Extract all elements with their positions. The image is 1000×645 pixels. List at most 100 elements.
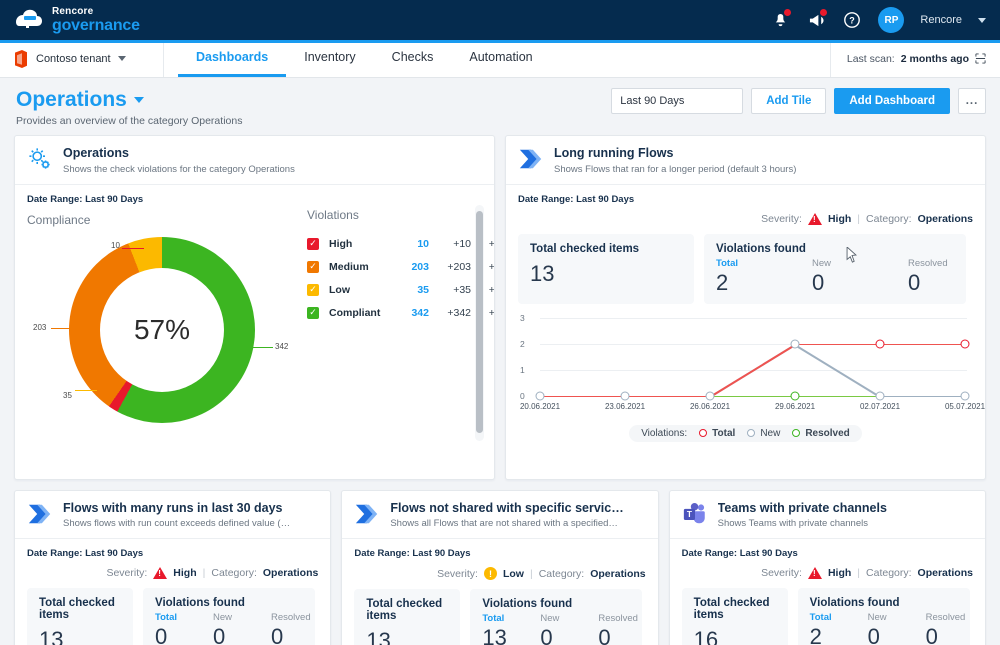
- tile-title: Teams with private channels: [717, 500, 887, 515]
- scrollbar[interactable]: [475, 204, 484, 441]
- chevron-down-icon[interactable]: [133, 97, 144, 103]
- help-icon[interactable]: ?: [842, 10, 862, 30]
- kpi-value: 0: [867, 624, 880, 645]
- legend-dot-total: [699, 429, 708, 438]
- severity-label: Severity:: [761, 567, 802, 580]
- category-value: Operations: [262, 567, 319, 580]
- data-point-new[interactable]: [705, 391, 715, 401]
- kpi-value: 0: [271, 624, 284, 645]
- data-point-total[interactable]: [875, 339, 885, 349]
- tab-inventory[interactable]: Inventory: [286, 40, 373, 77]
- tile-header: Flows not shared with specific servic… S…: [342, 491, 658, 540]
- data-point-new[interactable]: [620, 391, 630, 401]
- category-value: Operations: [590, 567, 646, 580]
- donut-label-compliant: 342: [275, 341, 289, 351]
- legend-total[interactable]: Total: [699, 428, 735, 439]
- total-checked-value: 13: [39, 627, 64, 645]
- chart-legend: Violations: Total New Resolved: [629, 424, 862, 442]
- last-scan-value: 2 months ago: [900, 52, 969, 65]
- legend-new[interactable]: New: [747, 428, 780, 439]
- brand-logo[interactable]: Rencore governance: [16, 6, 140, 34]
- legend-row-medium[interactable]: ✓ Medium 203 +203 +0 %: [307, 260, 494, 273]
- tab-dashboards[interactable]: Dashboards: [178, 40, 287, 77]
- violations-line-chart[interactable]: 0 1 2 3 20.06.2021 23.06.2021 26.06.2021 29.06.…: [518, 312, 985, 418]
- severity-value: High: [827, 567, 852, 580]
- legend-row-compliant[interactable]: ✓ Compliant 342 +342 +0 %: [307, 306, 494, 319]
- tile-teams-private-channels[interactable]: T Teams with private channels Shows Team…: [668, 489, 986, 645]
- data-point-new[interactable]: [960, 391, 970, 401]
- data-point-new[interactable]: [535, 391, 545, 401]
- data-point-new[interactable]: [875, 391, 885, 401]
- kpi-value: 2: [716, 269, 729, 295]
- tab-automation[interactable]: Automation: [451, 40, 550, 77]
- checkbox-high[interactable]: ✓: [307, 237, 319, 250]
- donut-leader-low: [75, 389, 97, 391]
- legend-delta: +10: [453, 237, 471, 250]
- tile-flows-many-runs[interactable]: Flows with many runs in last 30 days Sho…: [14, 489, 332, 645]
- donut-leader-medium: [51, 327, 73, 329]
- tile-body: Date Range: Last 90 Days Compliance 57% …: [15, 185, 494, 479]
- add-dashboard-button[interactable]: Add Dashboard: [834, 88, 950, 114]
- legend-label: Compliant: [329, 306, 381, 319]
- brand-text: Rencore governance: [52, 6, 140, 34]
- kpi-label: Resolved: [271, 612, 311, 624]
- scrollbar-thumb[interactable]: [476, 210, 483, 433]
- main-nav: Contoso tenant Dashboards Inventory Chec…: [0, 40, 1000, 78]
- add-tile-button[interactable]: Add Tile: [751, 88, 827, 114]
- tile-operations[interactable]: Operations Shows the check violations fo…: [14, 135, 495, 480]
- checkbox-compliant[interactable]: ✓: [307, 306, 319, 319]
- legend-value: 342: [411, 306, 429, 319]
- megaphone-icon[interactable]: [806, 9, 828, 30]
- kpi-total: Total 0: [155, 612, 213, 645]
- bell-icon[interactable]: [770, 9, 792, 30]
- kpi-new: New 0: [812, 258, 908, 296]
- data-point-resolved[interactable]: [790, 391, 800, 401]
- tile-body: Date Range: Last 90 Days Severity: High …: [15, 539, 330, 645]
- legend-resolved[interactable]: Resolved: [792, 428, 850, 439]
- tile-title: Flows with many runs in last 30 days: [63, 500, 283, 515]
- tenant-selector[interactable]: Contoso tenant: [0, 40, 164, 77]
- y-axis-tick: 3: [520, 312, 525, 323]
- compliance-donut-chart[interactable]: 57% 10 203 35 342: [27, 229, 297, 459]
- tile-long-running-flows[interactable]: Long running Flows Shows Flows that ran …: [505, 135, 986, 480]
- donut-leader-high: [122, 247, 144, 249]
- kpi-resolved: Resolved 0: [908, 258, 972, 296]
- date-filter-select[interactable]: Last 90 Days: [611, 88, 744, 114]
- severity-value: Low: [502, 567, 524, 580]
- total-checked-value: 13: [530, 260, 555, 286]
- checkbox-low[interactable]: ✓: [307, 283, 319, 296]
- power-automate-icon: [356, 504, 378, 523]
- chevron-down-icon[interactable]: [978, 17, 986, 23]
- tile-description: Shows all Flows that are not shared with…: [390, 518, 618, 530]
- last-scan: Last scan: 2 months ago: [829, 40, 1000, 77]
- data-point-new[interactable]: [790, 339, 800, 349]
- tile-title: Operations: [63, 146, 129, 160]
- legend-row-low[interactable]: ✓ Low 35 +35 +0 %: [307, 283, 494, 296]
- kpi-value: 0: [812, 269, 825, 295]
- donut-center-label: 57%: [100, 267, 224, 392]
- x-axis-tick: 20.06.2021: [519, 401, 561, 411]
- stats-row: Total checked items 13 Violations found …: [27, 588, 318, 645]
- tile-flows-not-shared[interactable]: Flows not shared with specific servic… S…: [341, 489, 659, 645]
- exclamation-circle-icon: !: [483, 567, 497, 581]
- avatar[interactable]: RP: [878, 7, 905, 33]
- kpi-label: Total: [155, 612, 177, 624]
- more-options-button[interactable]: ...: [958, 88, 986, 114]
- tab-checks[interactable]: Checks: [374, 40, 452, 77]
- legend-label: Low: [329, 283, 350, 296]
- user-name[interactable]: Rencore: [920, 14, 962, 26]
- kpi-value: 0: [908, 269, 921, 295]
- tile-description: Shows Teams with private channels: [717, 518, 868, 530]
- tile-row-1: Operations Shows the check violations fo…: [14, 135, 986, 480]
- divider: |: [857, 567, 861, 580]
- legend-row-high[interactable]: ✓ High 10 +10 +0 %: [307, 237, 494, 250]
- chevron-down-icon[interactable]: [117, 56, 126, 61]
- expand-icon[interactable]: [975, 53, 986, 64]
- total-checked-label: Total checked items: [693, 597, 770, 622]
- date-range-label: Date Range: Last 90 Days: [354, 548, 471, 560]
- donut-label-high: 10: [111, 240, 120, 250]
- checkbox-medium[interactable]: ✓: [307, 260, 319, 273]
- stats-row: Total checked items 13 Violations found …: [518, 233, 973, 304]
- app-header: Rencore governance ? RP Rencore: [0, 0, 1000, 43]
- data-point-total[interactable]: [960, 339, 970, 349]
